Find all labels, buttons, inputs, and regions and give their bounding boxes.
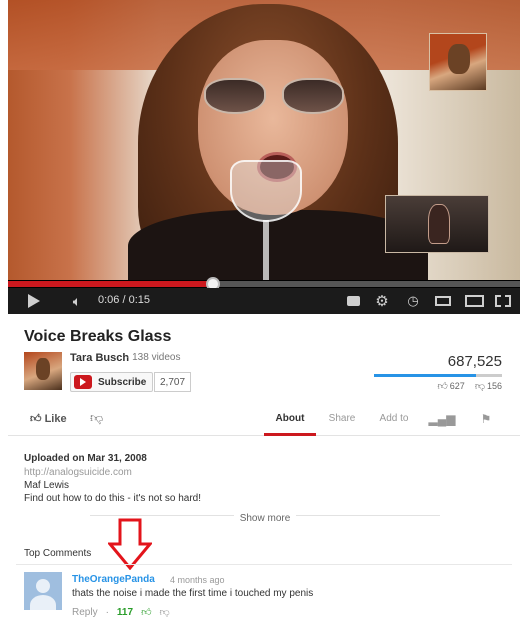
thumbs-up-icon[interactable]: 👍︎ <box>141 606 151 618</box>
divider <box>16 564 512 565</box>
time-display: 0:06 / 0:15 <box>98 294 151 306</box>
thumbs-up-icon: 👍︎ <box>437 381 448 392</box>
watch-later-icon[interactable]: ◷ <box>406 293 420 309</box>
annotation-thumbnail-video[interactable] <box>385 195 489 253</box>
description-line: Find out how to do this - it's not so ha… <box>24 493 202 504</box>
down-arrow-icon <box>108 518 152 570</box>
progress-played <box>8 281 213 287</box>
like-count: 👍︎ 627 <box>437 381 465 392</box>
play-icon[interactable] <box>26 293 42 309</box>
avatar[interactable] <box>24 572 62 610</box>
flag-icon[interactable]: ⚑ <box>464 404 508 436</box>
comment-time[interactable]: 4 months ago <box>170 575 225 585</box>
subscriber-count: 2,707 <box>154 372 192 392</box>
video-count-label: 138 videos <box>132 352 181 363</box>
volume-icon[interactable]: 🔈︎ <box>66 293 88 309</box>
comments-header: Top Comments <box>24 548 92 559</box>
sunglasses <box>204 78 344 116</box>
watch-info-card: Voice Breaks Glass Tara Busch · 138 vide… <box>8 314 520 436</box>
show-more-label: Show more <box>233 513 297 524</box>
channel-video-count[interactable]: · 138 videos <box>126 352 180 363</box>
thumbs-up-icon: 👍︎ <box>30 413 42 425</box>
comment-author[interactable]: TheOrangePanda <box>72 574 155 585</box>
dislike-button[interactable]: 👎︎ <box>90 410 103 426</box>
video-description: Uploaded on Mar 31, 2008 http://analogsu… <box>24 452 201 505</box>
sentiment-likes <box>374 374 477 377</box>
upload-date: Uploaded on Mar 31, 2008 <box>24 453 147 464</box>
small-player-icon[interactable] <box>434 293 452 309</box>
separator: · <box>105 606 109 618</box>
video-player[interactable]: 🔈︎ 0:06 / 0:15 ⚙ ◷ <box>8 0 520 314</box>
annotation-thumbnail-channel[interactable] <box>429 33 487 91</box>
thumbs-down-icon: 👎︎ <box>90 410 104 425</box>
dislike-count: 👎︎ 156 <box>474 381 502 392</box>
stats-icon[interactable]: ▂▄▆ <box>420 404 464 436</box>
comment-like-count: 117 <box>116 606 134 618</box>
thumbs-down-icon: 👎︎ <box>474 381 485 392</box>
progress-bar[interactable] <box>8 277 520 291</box>
description-line: Maf Lewis <box>24 480 70 491</box>
tab-about[interactable]: About <box>264 404 316 436</box>
video-frame[interactable] <box>8 0 520 280</box>
youtube-icon <box>74 375 92 389</box>
reply-button[interactable]: Reply <box>72 607 98 618</box>
gear-icon[interactable]: ⚙ <box>374 293 390 310</box>
view-count: 687,525 <box>447 353 502 370</box>
subscribe-button[interactable]: Subscribe <box>70 372 154 392</box>
like-button[interactable]: 👍︎ Like <box>30 412 67 425</box>
tab-share[interactable]: Share <box>316 404 368 436</box>
player-controls: 🔈︎ 0:06 / 0:15 ⚙ ◷ <box>8 288 520 314</box>
like-dislike-counts: 👍︎ 627 👎︎ 156 <box>437 380 502 392</box>
current-time: 0:06 <box>98 294 120 306</box>
action-tabs: About Share Add to ▂▄▆ ⚑ <box>264 404 508 436</box>
channel-name[interactable]: Tara Busch <box>70 352 129 364</box>
fullscreen-icon[interactable] <box>494 293 512 309</box>
channel-avatar[interactable] <box>24 352 62 390</box>
captions-icon[interactable] <box>346 293 360 309</box>
large-player-icon[interactable] <box>464 293 484 309</box>
duration: 0:15 <box>128 294 151 306</box>
subscribe-label: Subscribe <box>98 376 147 388</box>
sentiment-bar <box>374 374 502 377</box>
comment-text: thats the noise i made the first time i … <box>72 588 314 599</box>
comment-actions: Reply · 117 👍︎ 👎︎ <box>72 606 170 619</box>
thumbs-down-icon[interactable]: 👎︎ <box>160 606 170 618</box>
video-title: Voice Breaks Glass <box>24 328 172 345</box>
wine-glass <box>230 160 302 280</box>
tab-add-to[interactable]: Add to <box>368 404 420 436</box>
like-label: Like <box>44 413 67 425</box>
description-link[interactable]: http://analogsuicide.com <box>24 466 201 479</box>
